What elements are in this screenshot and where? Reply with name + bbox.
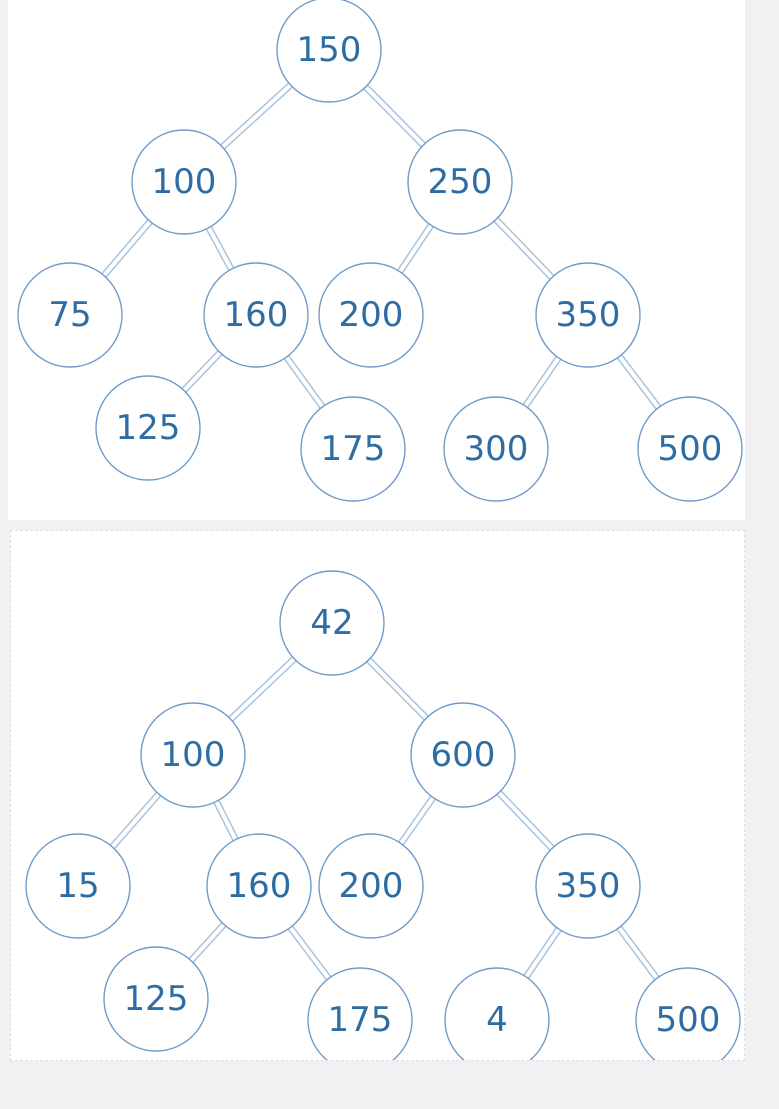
edge-n150-n250: [361, 83, 428, 149]
tree-node-75: 75: [17, 262, 123, 368]
tree-diagram-top: 150 100 250 75 160 200 350 125 175 300 500: [8, 0, 745, 520]
tree-node-600: 600: [410, 702, 516, 808]
node-label: 350: [556, 866, 621, 906]
node-label: 125: [116, 408, 181, 448]
edge-m100-m160: [212, 798, 240, 843]
tree-node-500: 500: [635, 967, 741, 1060]
node-label: 100: [152, 162, 217, 202]
tree-diagram-bottom: 42 100 600 15 160 200 350 125 175 4 500: [10, 530, 745, 1061]
node-label: 100: [161, 735, 226, 775]
tree-node-125: 125: [103, 946, 209, 1052]
node-label: 175: [328, 1000, 393, 1040]
node-label: 350: [556, 295, 621, 335]
node-label: 250: [428, 162, 493, 202]
node-label: 500: [656, 1000, 721, 1040]
edge-m42-m100: [226, 654, 299, 724]
tree-node-200: 200: [318, 262, 424, 368]
node-label: 125: [124, 979, 189, 1019]
tree-node-150: 150: [276, 0, 382, 103]
node-label: 15: [56, 866, 99, 906]
edge-m160-m125: [187, 920, 228, 965]
edge-n100-n75: [99, 217, 155, 280]
node-label: 160: [227, 866, 292, 906]
tree-node-4: 4: [444, 967, 550, 1060]
edge-n250-n200: [395, 221, 436, 276]
tree-node-100: 100: [140, 702, 246, 808]
node-label: 160: [224, 295, 289, 335]
edge-n350-n500: [615, 352, 663, 412]
tree-node-160: 160: [206, 833, 312, 939]
node-label: 175: [321, 429, 386, 469]
edge-m42-m600: [364, 656, 431, 722]
edge-m160-m175: [286, 923, 333, 983]
node-label: 75: [48, 295, 91, 335]
edge-m350-m500: [615, 923, 661, 983]
tree-node-42: 42: [279, 570, 385, 676]
tree-node-100: 100: [131, 129, 237, 235]
edge-m600-m350: [494, 788, 557, 853]
tree-node-500: 500: [637, 396, 743, 502]
tree-svg-top: 150 100 250 75 160 200 350 125 175 300 500: [17, 0, 743, 502]
node-label: 150: [297, 30, 362, 70]
node-label: 600: [431, 735, 496, 775]
node-label: 200: [339, 866, 404, 906]
edge-n250-n350: [492, 215, 556, 282]
tree-node-160: 160: [203, 262, 309, 368]
node-label: 42: [310, 603, 353, 643]
tree-node-125: 125: [95, 375, 201, 481]
tree-node-300: 300: [443, 396, 549, 502]
edge-n160-n125: [180, 348, 224, 395]
tree-node-350: 350: [535, 833, 641, 939]
node-label: 300: [464, 429, 529, 469]
edge-n150-n100: [218, 81, 295, 151]
edge-m350-m4: [522, 925, 563, 981]
edge-n350-n300: [521, 354, 563, 410]
tree-node-350: 350: [535, 262, 641, 368]
tree-node-15: 15: [25, 833, 131, 939]
tree-node-175: 175: [300, 396, 406, 502]
tree-svg-bottom: 42 100 600 15 160 200 350 125 175 4 500: [25, 570, 741, 1060]
edge-n100-n160: [204, 224, 236, 273]
edge-m600-m200: [396, 793, 438, 848]
node-label: 500: [658, 429, 723, 469]
tree-node-175: 175: [307, 967, 413, 1060]
node-label: 4: [486, 1000, 508, 1040]
tree-node-250: 250: [407, 129, 513, 235]
node-label: 200: [339, 295, 404, 335]
edge-n160-n175: [282, 353, 327, 411]
edge-m100-m15: [108, 790, 163, 851]
tree-node-200: 200: [318, 833, 424, 939]
